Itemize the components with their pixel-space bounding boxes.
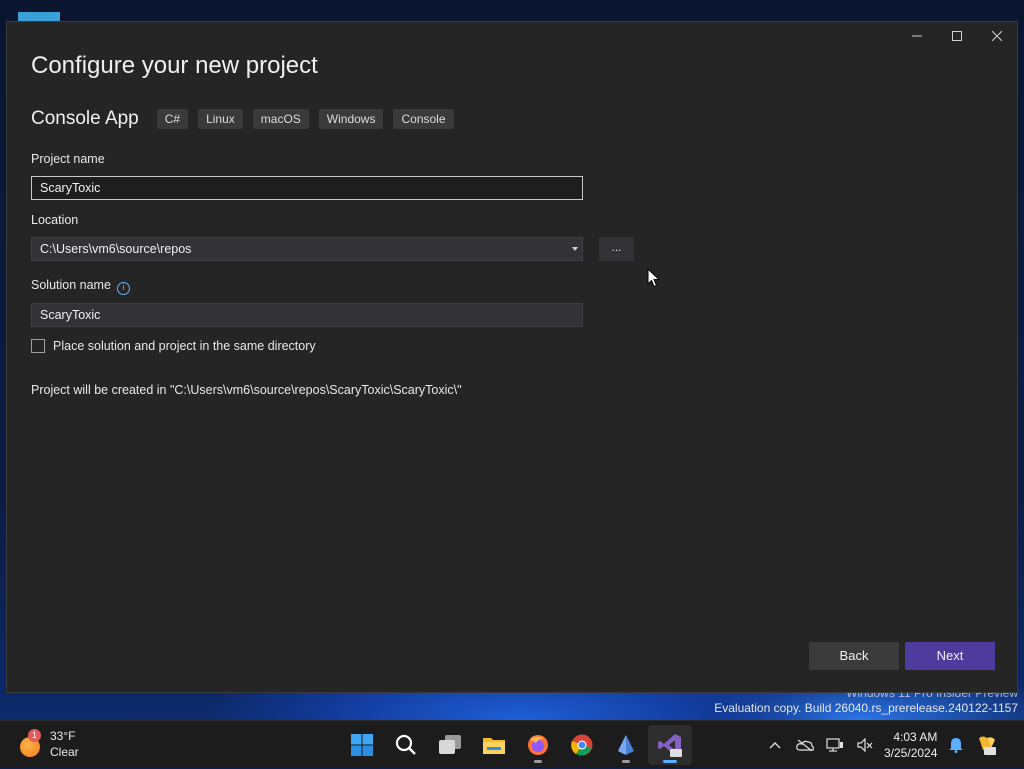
pinned-app-icon: [618, 735, 634, 755]
browse-location-button[interactable]: ...: [599, 237, 634, 261]
next-button[interactable]: Next: [905, 642, 995, 670]
file-explorer-button[interactable]: [472, 725, 516, 765]
chrome-icon: [571, 734, 593, 756]
weather-condition: Clear: [50, 745, 79, 759]
cloud-offline-icon: [796, 739, 814, 751]
volume-button[interactable]: [850, 738, 880, 752]
maximize-button[interactable]: [937, 22, 977, 50]
template-name: Console App: [31, 108, 139, 129]
tag-platform-macos: macOS: [252, 109, 309, 129]
chevron-down-icon[interactable]: [572, 247, 578, 251]
visual-studio-preview-button[interactable]: [648, 725, 692, 765]
file-explorer-icon: [483, 738, 505, 754]
bell-icon: [949, 738, 963, 753]
clock-date: 3/25/2024: [884, 746, 938, 760]
task-view-button[interactable]: [428, 725, 472, 765]
chrome-button[interactable]: [560, 725, 604, 765]
start-button[interactable]: [340, 725, 384, 765]
taskbar-apps: [340, 725, 692, 765]
chevron-up-icon: [769, 742, 781, 749]
tag-platform-linux: Linux: [198, 109, 243, 129]
show-hidden-icons-button[interactable]: [760, 741, 790, 749]
project-name-input[interactable]: ScaryToxic: [31, 176, 583, 200]
search-icon: [395, 734, 416, 755]
visual-studio-preview-icon: [658, 734, 682, 757]
tag-language: C#: [156, 109, 189, 129]
info-icon[interactable]: i: [116, 282, 130, 295]
minimize-button[interactable]: [897, 22, 937, 50]
network-icon: [826, 738, 843, 752]
same-directory-checkbox[interactable]: [31, 339, 45, 353]
window-controls: [897, 22, 1017, 50]
onedrive-button[interactable]: [790, 739, 820, 751]
weather-icon: 1: [18, 729, 44, 757]
start-icon: [351, 734, 373, 756]
search-button[interactable]: [384, 725, 428, 765]
system-tray: 4:03 AM 3/25/2024: [760, 721, 1001, 769]
tag-platform-windows: Windows: [318, 109, 384, 129]
minimize-icon: [912, 35, 922, 37]
watermark-line-2: Evaluation copy. Build 26040.rs_prerelea…: [714, 701, 1018, 715]
pinned-app-button[interactable]: [604, 725, 648, 765]
project-name-label: Project name: [31, 152, 105, 166]
solution-name-label: Solution name: [31, 278, 111, 292]
weather-temperature: 33°F: [50, 729, 76, 743]
same-directory-label: Place solution and project in the same d…: [53, 339, 316, 353]
close-button[interactable]: [977, 22, 1017, 50]
location-label: Location: [31, 213, 79, 227]
copilot-icon: [979, 736, 997, 755]
configure-project-window: Configure your new project Console App C…: [6, 21, 1018, 693]
taskbar: 1 33°F Clear 4:03 AM 3/25/2024: [0, 720, 1024, 768]
volume-muted-icon: [857, 738, 873, 752]
weather-widget[interactable]: 1 33°F Clear: [18, 728, 79, 760]
firefox-button[interactable]: [516, 725, 560, 765]
solution-name-input[interactable]: ScaryToxic: [31, 303, 583, 327]
clock-time: 4:03 AM: [893, 730, 938, 744]
firefox-icon: [528, 735, 548, 755]
solution-name-label-row: Solution name i: [31, 278, 130, 295]
network-button[interactable]: [820, 737, 850, 753]
page-title: Configure your new project: [31, 52, 318, 79]
close-icon: [992, 31, 1002, 41]
project-path-note: Project will be created in "C:\Users\vm6…: [31, 383, 462, 397]
clock-button[interactable]: 4:03 AM 3/25/2024: [884, 729, 937, 761]
maximize-icon: [952, 31, 962, 41]
task-view-icon: [439, 735, 461, 754]
back-button[interactable]: Back: [809, 642, 899, 670]
copilot-button[interactable]: [971, 734, 1001, 756]
same-directory-option[interactable]: Place solution and project in the same d…: [31, 339, 316, 353]
location-value: C:\Users\vm6\source\repos: [40, 242, 192, 256]
tag-project-type: Console: [393, 109, 454, 129]
notification-badge: 1: [28, 729, 41, 742]
template-header: Console App C# Linux macOS Windows Conso…: [31, 108, 464, 130]
notifications-button[interactable]: [941, 737, 971, 753]
mouse-cursor-icon: [647, 268, 661, 288]
location-combobox[interactable]: C:\Users\vm6\source\repos: [31, 237, 583, 261]
